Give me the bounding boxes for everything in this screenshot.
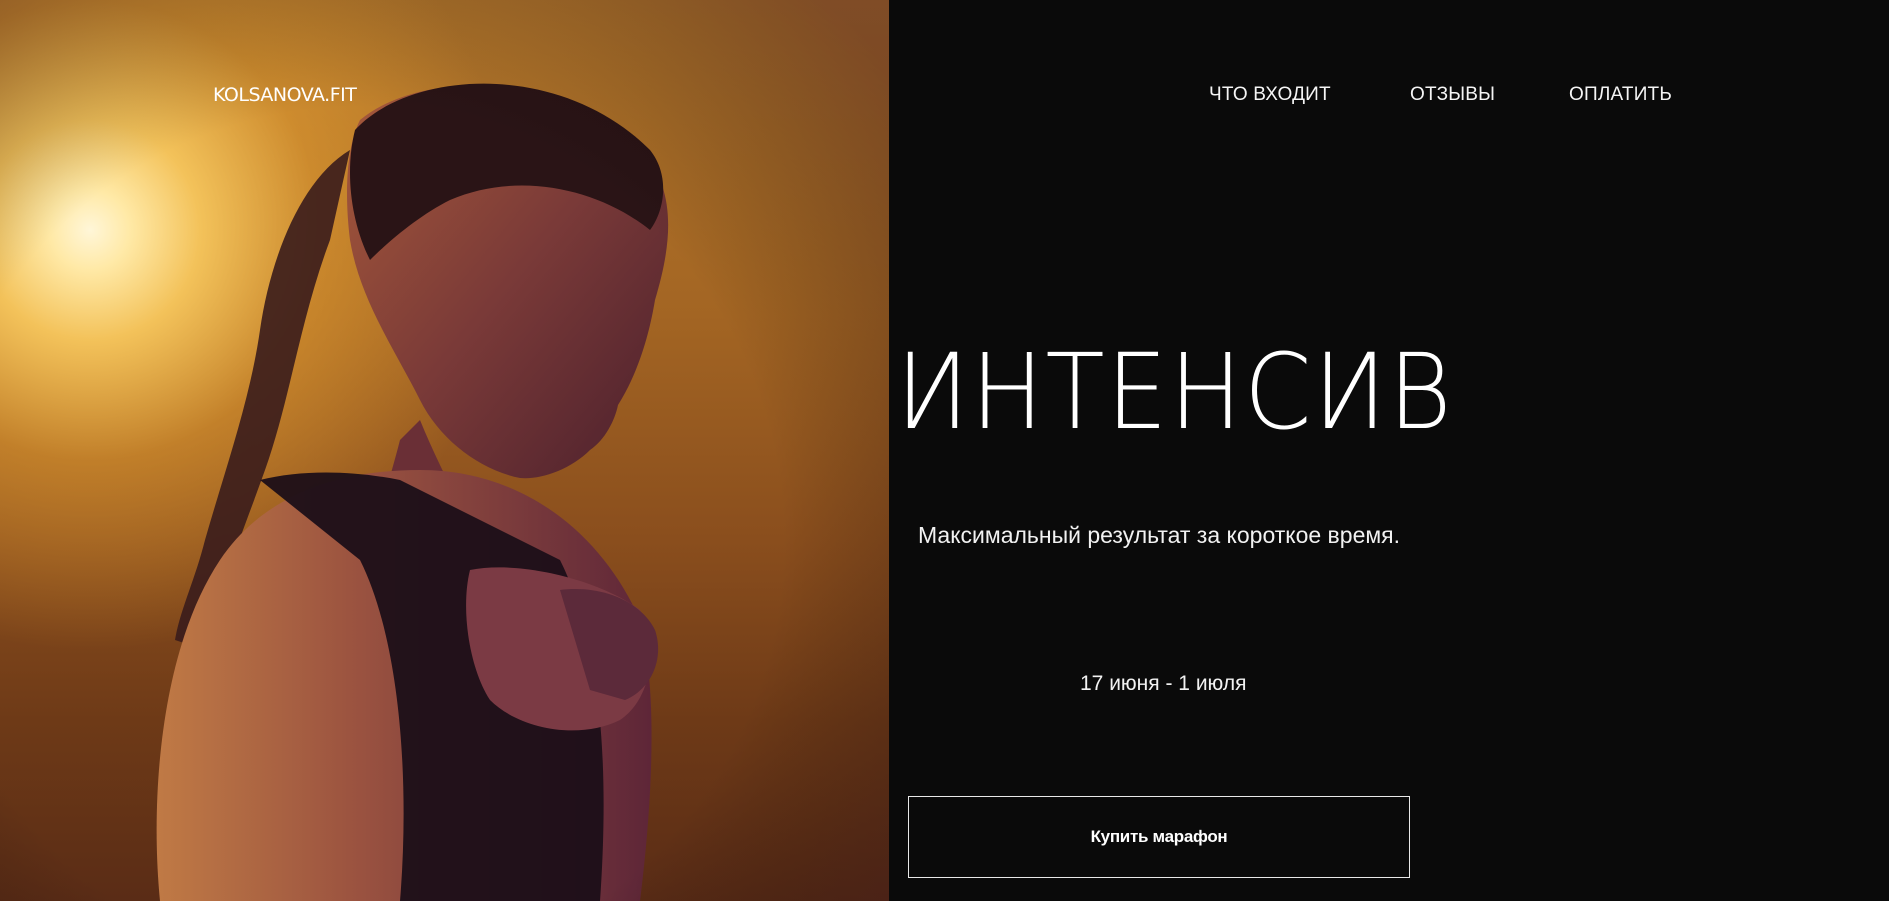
hero-photo xyxy=(0,0,889,901)
hero-dates: 17 июня - 1 июля xyxy=(1080,672,1247,695)
site-logo[interactable]: KOLSANOVA.FIT xyxy=(213,84,357,106)
landing-page: KOLSANOVA.FIT ЧТО ВХОДИТ ОТЗЫВЫ ОПЛАТИТЬ… xyxy=(0,0,1889,901)
nav-item-whats-included[interactable]: ЧТО ВХОДИТ xyxy=(1209,84,1331,106)
hero-subtitle: Максимальный результат за короткое время… xyxy=(918,522,1401,548)
nav-item-pay[interactable]: ОПЛАТИТЬ xyxy=(1569,84,1672,106)
athlete-photo-icon xyxy=(0,0,889,901)
nav-item-reviews[interactable]: ОТЗЫВЫ xyxy=(1410,84,1495,106)
hero-title: ИНТЕНСИВ xyxy=(896,331,1454,453)
buy-marathon-button[interactable]: Купить марафон xyxy=(908,796,1410,878)
